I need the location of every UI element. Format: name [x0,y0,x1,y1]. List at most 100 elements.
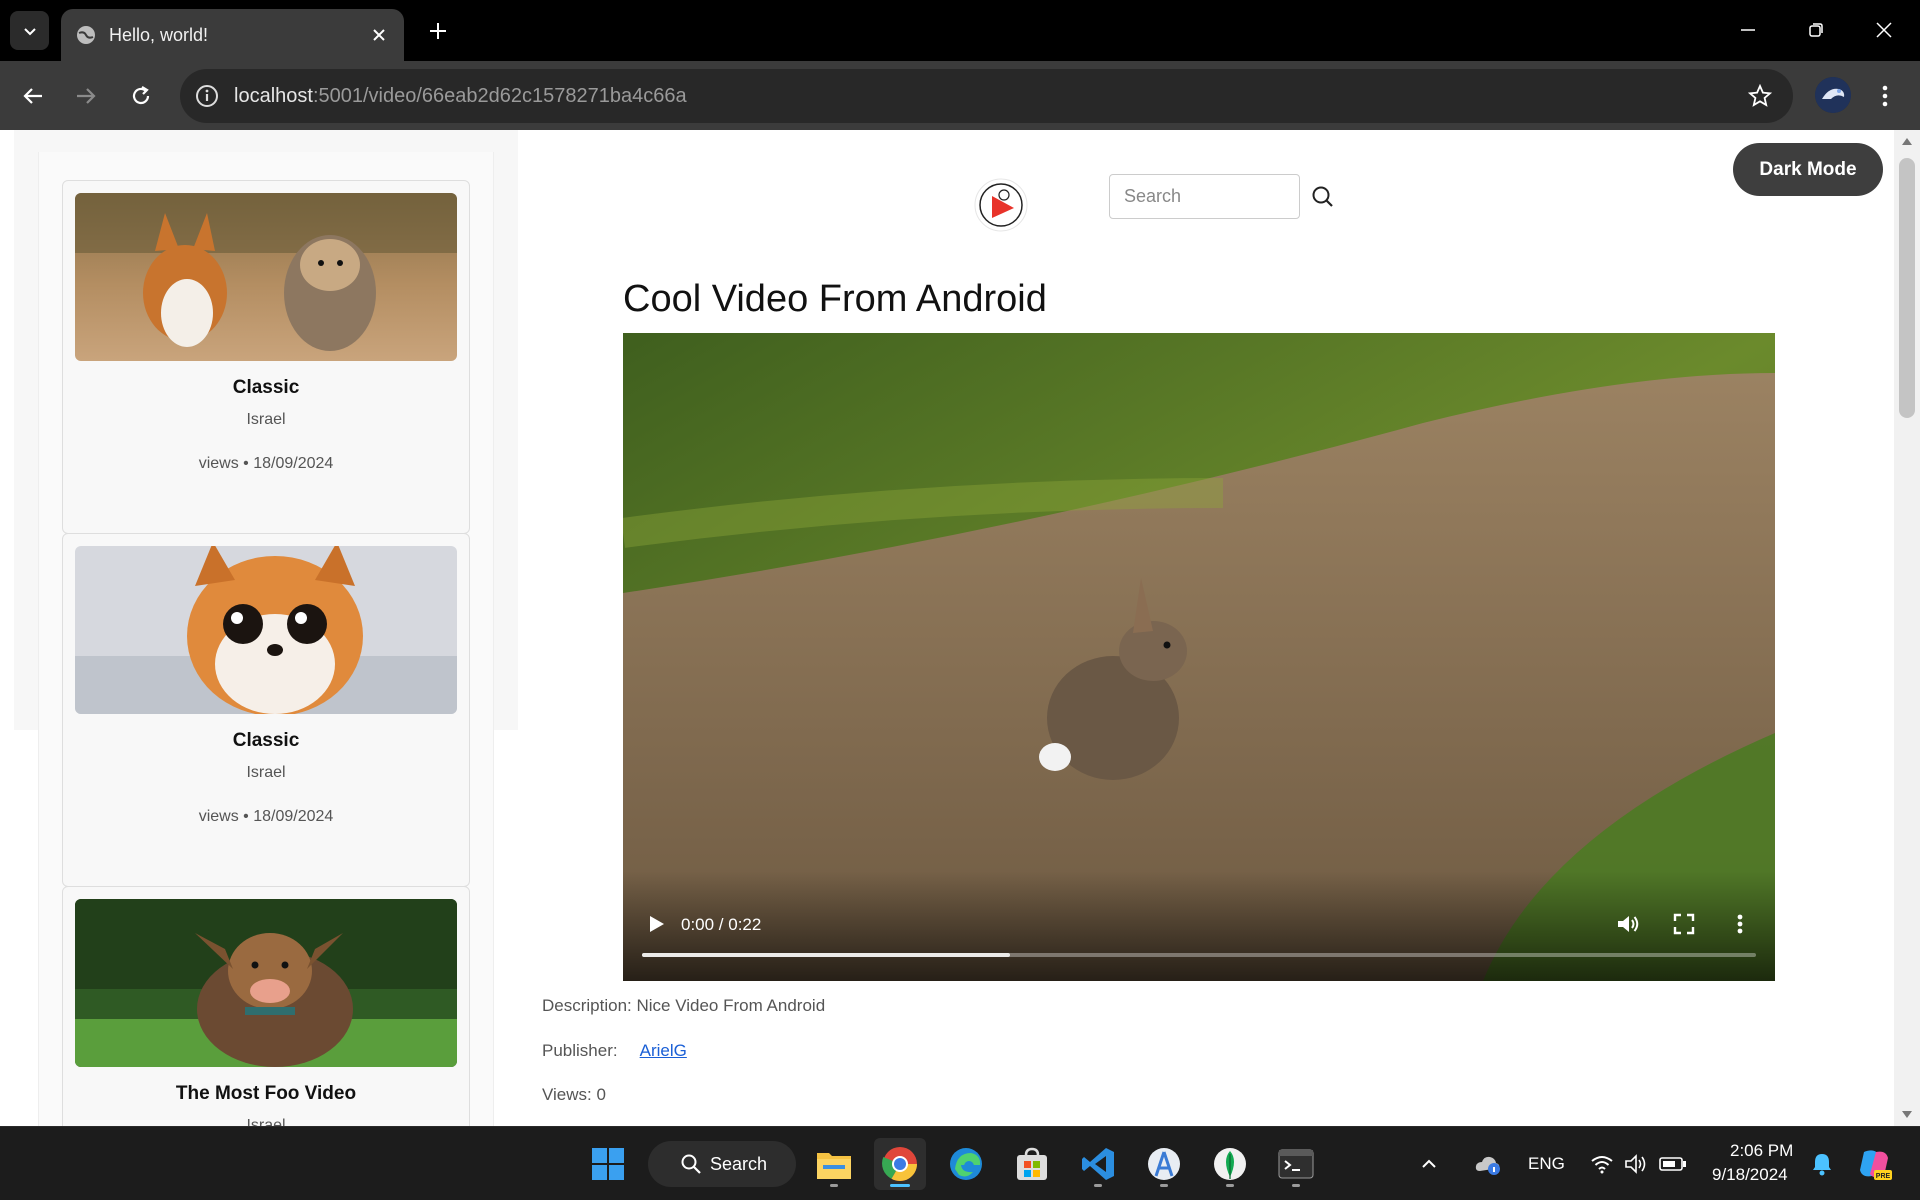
star-icon [1748,84,1772,107]
browser-tab-bar: Hello, world! [0,0,1920,61]
video-card[interactable]: The Most Foo Video Israel [62,886,470,1126]
speaker-icon [1625,1154,1646,1174]
tab-title: Hello, world! [109,24,209,45]
publisher-link[interactable]: ArielG [640,1041,687,1060]
video-card-title[interactable]: Classic [63,730,469,752]
profile-avatar[interactable] [1815,77,1851,113]
wifi-icon [1591,1156,1613,1174]
notifications-button[interactable] [1806,1138,1838,1190]
clock-date[interactable]: 9/18/2024 [1712,1165,1788,1185]
taskbar-terminal[interactable] [1270,1138,1322,1190]
volume-icon[interactable] [1614,911,1640,937]
site-logo[interactable] [974,178,1028,232]
video-thumbnail[interactable] [75,193,457,361]
terminal-icon [1278,1149,1314,1179]
chevron-up-icon [1422,1159,1436,1168]
close-window-button[interactable] [1850,8,1918,52]
taskbar-edge[interactable] [940,1138,992,1190]
scroll-up-icon[interactable] [1902,138,1912,145]
onedrive-tray[interactable] [1470,1138,1506,1190]
more-vertical-icon [1882,85,1888,107]
search-input[interactable] [1109,174,1300,219]
running-indicator [1226,1184,1234,1187]
arrow-right-icon [77,88,96,104]
folder-icon [817,1153,851,1179]
video-controls: 0:00 / 0:22 [623,871,1775,981]
dark-mode-button[interactable]: Dark Mode [1733,143,1883,196]
page-scrollbar[interactable] [1894,130,1920,1126]
url-text[interactable]: localhost:5001/video/66eab2d62c1578271ba… [234,85,1745,108]
play-icon[interactable] [645,913,667,935]
video-card-author: Israel [246,411,286,428]
fullscreen-icon[interactable] [1671,911,1697,937]
search-button[interactable] [1310,184,1336,210]
copilot-icon: PRE [1860,1150,1892,1180]
volume-tray[interactable] [1620,1138,1652,1190]
forward-button[interactable] [67,77,105,115]
scroll-down-icon[interactable] [1902,1111,1912,1118]
globe-icon [77,26,95,44]
copilot-button[interactable]: PRE [1852,1138,1896,1190]
video-card-title[interactable]: The Most Foo Video [63,1083,469,1105]
input-language[interactable]: ENG [1528,1154,1565,1174]
video-card[interactable]: Classic Israel views • 18/09/2024 [62,533,470,887]
new-tab-button[interactable] [420,13,456,49]
chevron-down-icon [23,27,36,35]
video-time: 0:00 / 0:22 [681,915,762,934]
site-info-icon[interactable] [194,83,220,109]
video-card-author: Israel [246,764,286,781]
video-thumbnail[interactable] [75,546,457,714]
taskbar-chrome[interactable] [874,1138,926,1190]
video-card[interactable]: Classic Israel views • 18/09/2024 [62,180,470,534]
avatar-icon [1815,77,1851,113]
search-icon [1312,186,1333,207]
video-card-title[interactable]: Classic [63,377,469,399]
publisher-row: Publisher: ArielG [542,1041,687,1061]
video-description: Description: Nice Video From Android [542,996,826,1015]
battery-tray[interactable] [1656,1138,1690,1190]
cloud-info-icon [1475,1156,1500,1175]
clock-time[interactable]: 2:06 PM [1730,1141,1793,1161]
video-title: Cool Video From Android [623,278,1047,320]
browser-toolbar: localhost:5001/video/66eab2d62c1578271ba… [0,61,1920,130]
show-hidden-icons-button[interactable] [1414,1138,1444,1190]
fluffy-fox-cub-thumbnail [75,546,457,714]
taskbar-search[interactable]: Search [648,1141,796,1187]
active-indicator [890,1184,910,1187]
publisher-label: Publisher: [542,1041,618,1060]
video-player[interactable]: 0:00 / 0:22 [623,333,1775,981]
video-thumbnail[interactable] [75,899,457,1067]
taskbar-android-studio[interactable] [1138,1138,1190,1190]
more-vertical-icon[interactable] [1727,911,1753,937]
address-bar[interactable]: localhost:5001/video/66eab2d62c1578271ba… [180,69,1793,123]
chrome-icon [882,1147,917,1181]
arrow-left-icon [23,88,42,104]
video-progress-track[interactable] [642,953,1756,957]
minimize-icon [1741,29,1755,31]
close-icon [1876,22,1892,38]
taskbar-mongodb[interactable] [1204,1138,1256,1190]
play-logo-icon [974,178,1028,232]
back-button[interactable] [14,77,52,115]
windows-icon [592,1148,624,1180]
start-button[interactable] [582,1138,634,1190]
taskbar-store[interactable] [1006,1138,1058,1190]
taskbar-file-explorer[interactable] [808,1138,860,1190]
close-tab-button[interactable] [364,20,394,50]
url-path: :5001/video/66eab2d62c1578271ba4c66a [312,84,687,107]
store-icon [1017,1147,1047,1180]
minimize-button[interactable] [1714,8,1782,52]
browser-menu-button[interactable] [1870,77,1900,115]
reload-button[interactable] [122,77,160,115]
video-card-meta: views • 18/09/2024 [198,808,334,825]
scrollbar-thumb[interactable] [1899,158,1915,418]
tab-search-button[interactable] [10,11,49,50]
wifi-tray[interactable] [1586,1138,1618,1190]
browser-tab[interactable]: Hello, world! [61,9,404,61]
taskbar-search-label: Search [710,1153,768,1174]
running-indicator [1094,1184,1102,1187]
taskbar-vscode[interactable] [1072,1138,1124,1190]
bookmark-button[interactable] [1745,81,1775,111]
restore-button[interactable] [1782,8,1850,52]
mongodb-leaf-icon [1214,1148,1246,1180]
